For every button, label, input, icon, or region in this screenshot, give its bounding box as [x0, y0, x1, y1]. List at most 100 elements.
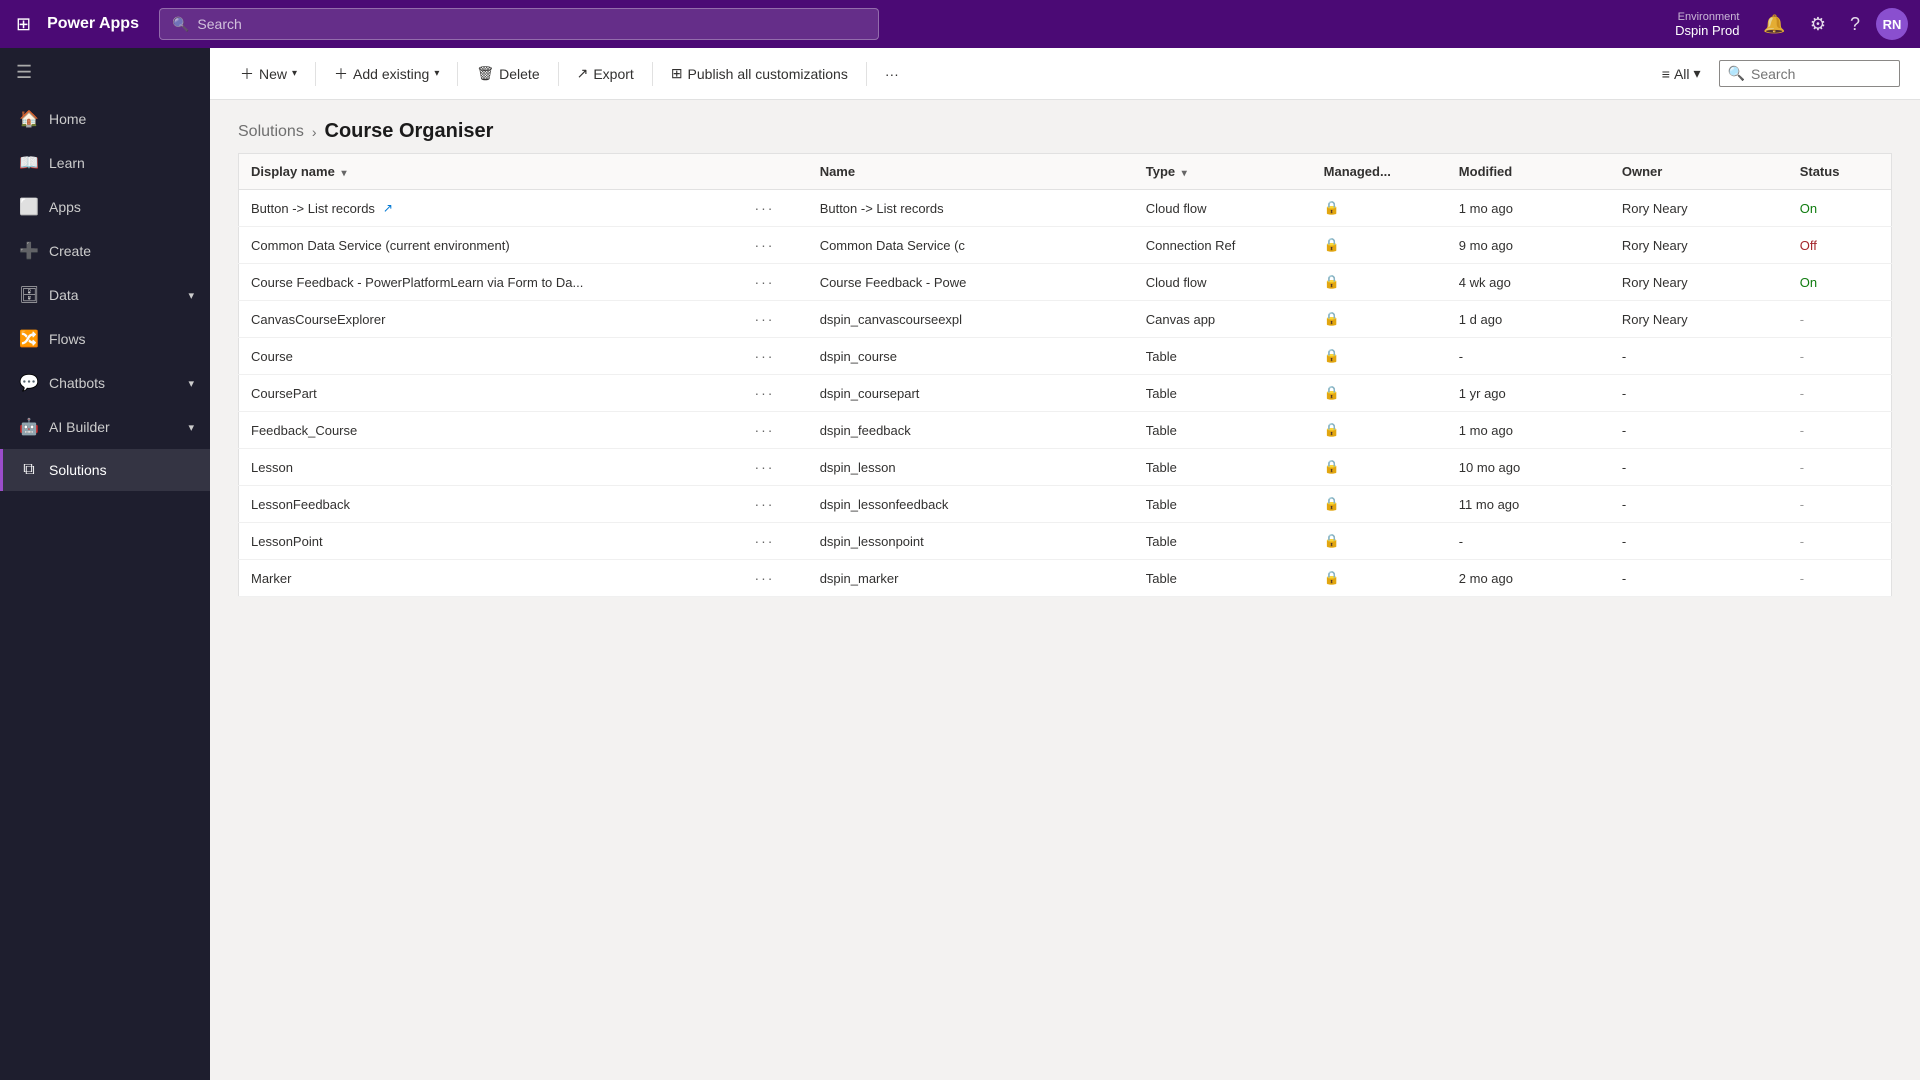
sidebar-item-label: Flows: [49, 331, 86, 347]
cell-row-menu[interactable]: ···: [742, 190, 807, 227]
cell-status: -: [1788, 560, 1892, 597]
chevron-down-icon: ▾: [434, 68, 439, 79]
cell-managed: 🔒: [1312, 375, 1447, 412]
environment-label: Environment: [1678, 11, 1740, 23]
cell-row-menu[interactable]: ···: [742, 486, 807, 523]
cell-type: Table: [1134, 449, 1312, 486]
cell-row-menu[interactable]: ···: [742, 227, 807, 264]
table-row[interactable]: CoursePart ···dspin_coursepartTable🔒1 yr…: [239, 375, 1892, 412]
cell-row-menu[interactable]: ···: [742, 375, 807, 412]
delete-button[interactable]: 🗑 Delete: [466, 59, 549, 88]
cell-owner: -: [1610, 486, 1788, 523]
breadcrumb-current: Course Organiser: [325, 120, 494, 143]
row-context-menu-button[interactable]: ···: [754, 237, 774, 253]
global-search-box[interactable]: 🔍: [159, 8, 879, 40]
sidebar-item-learn[interactable]: 📖 Learn: [0, 141, 210, 185]
row-context-menu-button[interactable]: ···: [754, 422, 774, 438]
sidebar-item-data[interactable]: 🗄 Data ▾: [0, 273, 210, 317]
cell-type: Connection Ref: [1134, 227, 1312, 264]
waffle-menu-icon[interactable]: ⊞: [12, 10, 35, 39]
notifications-icon[interactable]: 🔔: [1755, 10, 1793, 39]
table-search-box[interactable]: 🔍: [1719, 60, 1900, 87]
row-context-menu-button[interactable]: ···: [754, 274, 774, 290]
row-context-menu-button[interactable]: ···: [754, 570, 774, 586]
row-context-menu-button[interactable]: ···: [754, 385, 774, 401]
sidebar-item-apps[interactable]: ⬜ Apps: [0, 185, 210, 229]
help-icon[interactable]: ?: [1842, 10, 1868, 39]
table-row[interactable]: LessonFeedback ···dspin_lessonfeedbackTa…: [239, 486, 1892, 523]
table-row[interactable]: Feedback_Course ···dspin_feedbackTable🔒1…: [239, 412, 1892, 449]
cell-row-menu[interactable]: ···: [742, 301, 807, 338]
cell-name: dspin_lessonpoint: [808, 523, 1134, 560]
table-row[interactable]: Button -> List records ↗ ···Button -> Li…: [239, 190, 1892, 227]
separator: [652, 62, 653, 86]
lock-icon: 🔒: [1324, 496, 1340, 511]
table-row[interactable]: Marker ···dspin_markerTable🔒2 mo ago--: [239, 560, 1892, 597]
cell-display-name: Button -> List records ↗: [239, 190, 743, 227]
cell-modified: 2 mo ago: [1447, 560, 1610, 597]
add-existing-button[interactable]: ＋ Add existing ▾: [324, 58, 449, 90]
cell-row-menu[interactable]: ···: [742, 449, 807, 486]
sidebar-toggle-button[interactable]: ☰: [0, 48, 210, 97]
table-search-input[interactable]: [1751, 66, 1891, 82]
display-name-text: CanvasCourseExplorer: [251, 312, 385, 327]
row-context-menu-button[interactable]: ···: [754, 348, 774, 364]
cell-row-menu[interactable]: ···: [742, 264, 807, 301]
settings-icon[interactable]: ⚙: [1802, 10, 1834, 39]
ai-builder-icon: 🤖: [19, 417, 39, 437]
separator: [315, 62, 316, 86]
export-label: Export: [593, 66, 633, 82]
cell-owner: -: [1610, 338, 1788, 375]
chevron-down-icon: ▾: [188, 289, 194, 302]
cell-row-menu[interactable]: ···: [742, 523, 807, 560]
breadcrumb-parent-link[interactable]: Solutions: [238, 123, 304, 141]
sidebar-item-flows[interactable]: 🔀 Flows: [0, 317, 210, 361]
table-row[interactable]: LessonPoint ···dspin_lessonpointTable🔒--…: [239, 523, 1892, 560]
col-header-owner: Owner: [1610, 154, 1788, 190]
new-button[interactable]: ＋ New ▾: [230, 58, 307, 90]
sidebar-item-create[interactable]: ➕ Create: [0, 229, 210, 273]
status-badge: -: [1800, 423, 1804, 438]
row-context-menu-button[interactable]: ···: [754, 496, 774, 512]
sidebar-item-solutions[interactable]: ⧉ Solutions: [0, 449, 210, 491]
command-bar-right: ≡ All ▾ 🔍: [1652, 60, 1900, 87]
table-row[interactable]: Lesson ···dspin_lessonTable🔒10 mo ago--: [239, 449, 1892, 486]
filter-icon: ≡: [1662, 66, 1670, 82]
environment-selector[interactable]: Environment Dspin Prod: [1675, 11, 1739, 38]
user-avatar[interactable]: RN: [1876, 8, 1908, 40]
cell-row-menu[interactable]: ···: [742, 338, 807, 375]
filter-button[interactable]: ≡ All ▾: [1652, 60, 1711, 87]
global-search-input[interactable]: [197, 16, 866, 32]
table-row[interactable]: Course ···dspin_courseTable🔒---: [239, 338, 1892, 375]
row-context-menu-button[interactable]: ···: [754, 311, 774, 327]
table-row[interactable]: Course Feedback - PowerPlatformLearn via…: [239, 264, 1892, 301]
sidebar-item-label: Chatbots: [49, 375, 105, 391]
sidebar-item-chatbots[interactable]: 💬 Chatbots ▾: [0, 361, 210, 405]
cell-status: On: [1788, 264, 1892, 301]
cell-modified: -: [1447, 523, 1610, 560]
cell-managed: 🔒: [1312, 227, 1447, 264]
sidebar-item-ai-builder[interactable]: 🤖 AI Builder ▾: [0, 405, 210, 449]
col-header-type[interactable]: Type ▾: [1134, 154, 1312, 190]
row-context-menu-button[interactable]: ···: [754, 200, 774, 216]
export-button[interactable]: ↗ Export: [567, 59, 644, 88]
cell-row-menu[interactable]: ···: [742, 560, 807, 597]
more-button[interactable]: ···: [875, 60, 909, 88]
row-context-menu-button[interactable]: ···: [754, 533, 774, 549]
cell-modified: 9 mo ago: [1447, 227, 1610, 264]
sidebar-item-home[interactable]: 🏠 Home: [0, 97, 210, 141]
status-badge: -: [1800, 460, 1804, 475]
display-name-text: LessonPoint: [251, 534, 323, 549]
add-icon: ＋: [334, 64, 348, 84]
table-row[interactable]: CanvasCourseExplorer ··· dspin_canvascour…: [239, 301, 1892, 338]
cell-name: dspin_canvascourseexpl: [808, 301, 1134, 338]
cell-owner: -: [1610, 412, 1788, 449]
cell-type: Cloud flow: [1134, 190, 1312, 227]
status-badge: On: [1800, 275, 1817, 290]
cell-row-menu[interactable]: ···: [742, 412, 807, 449]
external-link-icon[interactable]: ↗: [383, 201, 393, 215]
col-header-display-name[interactable]: Display name ▾: [239, 154, 743, 190]
publish-button[interactable]: ⊞ Publish all customizations: [661, 59, 858, 88]
table-row[interactable]: Common Data Service (current environment…: [239, 227, 1892, 264]
row-context-menu-button[interactable]: ···: [754, 459, 774, 475]
